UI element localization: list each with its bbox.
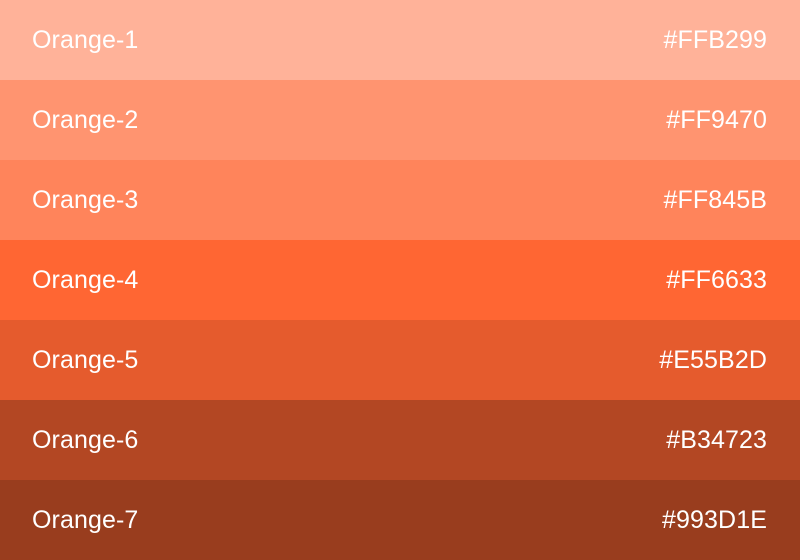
swatch-hex-code: #FFB299 bbox=[663, 25, 767, 54]
swatch-orange-4[interactable]: Orange-4 #FF6633 bbox=[0, 240, 800, 320]
swatch-orange-2[interactable]: Orange-2 #FF9470 bbox=[0, 80, 800, 160]
swatch-hex-code: #FF6633 bbox=[666, 265, 767, 294]
swatch-hex-code: #993D1E bbox=[662, 505, 767, 534]
swatch-orange-5[interactable]: Orange-5 #E55B2D bbox=[0, 320, 800, 400]
swatch-name: Orange-6 bbox=[32, 425, 139, 454]
swatch-orange-3[interactable]: Orange-3 #FF845B bbox=[0, 160, 800, 240]
swatch-orange-1[interactable]: Orange-1 #FFB299 bbox=[0, 0, 800, 80]
swatch-orange-6[interactable]: Orange-6 #B34723 bbox=[0, 400, 800, 480]
swatch-hex-code: #FF9470 bbox=[666, 105, 767, 134]
swatch-name: Orange-1 bbox=[32, 25, 139, 54]
swatch-hex-code: #FF845B bbox=[663, 185, 767, 214]
swatch-name: Orange-2 bbox=[32, 105, 139, 134]
swatch-orange-7[interactable]: Orange-7 #993D1E bbox=[0, 480, 800, 560]
swatch-name: Orange-4 bbox=[32, 265, 139, 294]
swatch-name: Orange-5 bbox=[32, 345, 139, 374]
swatch-name: Orange-7 bbox=[32, 505, 139, 534]
swatch-name: Orange-3 bbox=[32, 185, 139, 214]
swatch-hex-code: #B34723 bbox=[666, 425, 767, 454]
swatch-hex-code: #E55B2D bbox=[659, 345, 767, 374]
color-palette: Orange-1 #FFB299 Orange-2 #FF9470 Orange… bbox=[0, 0, 800, 560]
